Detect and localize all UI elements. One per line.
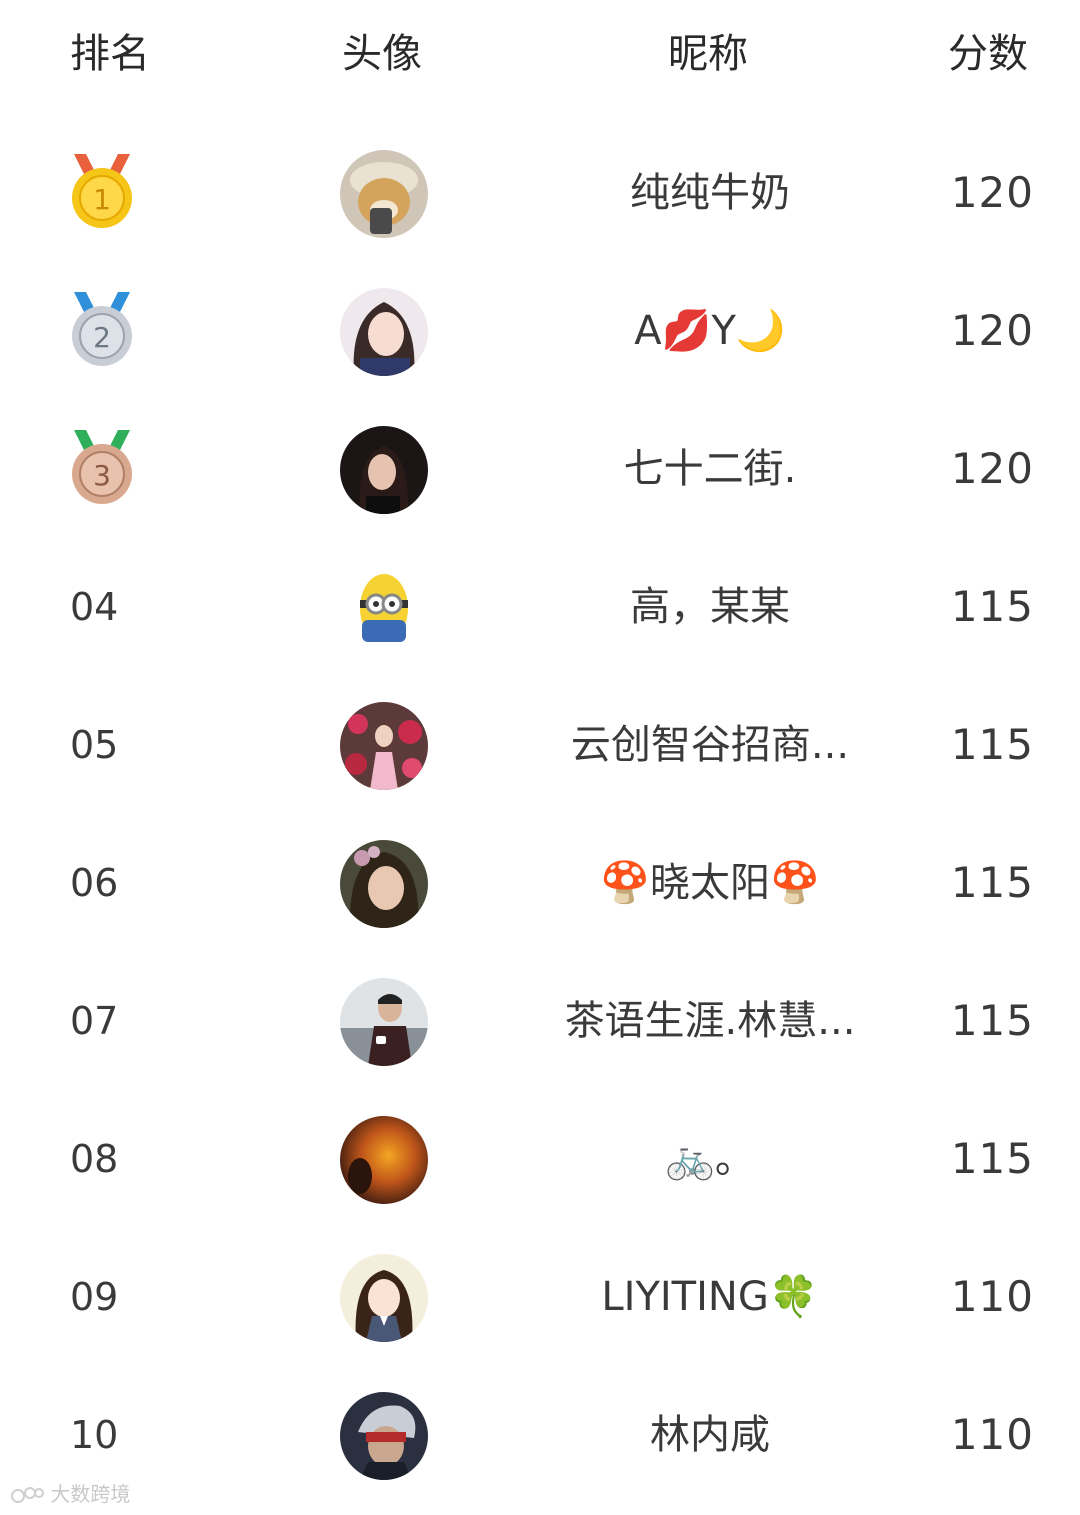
score: 120 <box>950 168 1034 217</box>
avatar[interactable] <box>340 564 428 652</box>
avatar[interactable] <box>340 1392 428 1480</box>
svg-text:3: 3 <box>93 459 111 492</box>
nickname: 🚲。 <box>665 1136 755 1182</box>
score: 115 <box>950 582 1034 631</box>
score: 110 <box>950 1272 1034 1321</box>
leaderboard-row[interactable]: 08 🚲。 115 <box>0 1090 1080 1228</box>
watermark: 大数跨境 <box>10 1478 130 1507</box>
rank-number: 08 <box>70 1137 119 1181</box>
nickname: A💋Y🌙 <box>634 308 786 354</box>
watermark-text: 大数跨境 <box>50 1482 131 1506</box>
leaderboard-row[interactable]: 2 A💋Y🌙 120 <box>0 262 1080 400</box>
avatar[interactable] <box>340 1254 428 1342</box>
avatar[interactable] <box>340 288 428 376</box>
svg-text:2: 2 <box>93 321 111 354</box>
rank-number: 07 <box>70 999 119 1043</box>
nickname: 高，某某 <box>630 584 790 630</box>
svg-text:1: 1 <box>93 183 111 216</box>
leaderboard-row[interactable]: 04 高，某某 115 <box>0 538 1080 676</box>
avatar[interactable] <box>340 978 428 1066</box>
nickname: 云创智谷招商... <box>570 722 850 768</box>
rank-number: 06 <box>70 861 119 905</box>
nickname: 七十二街. <box>623 446 797 492</box>
table-header: 排名 头像 昵称 分数 <box>0 22 1080 86</box>
score-header: 分数 <box>948 31 1028 77</box>
nickname-header: 昵称 <box>668 31 748 77</box>
score: 115 <box>950 858 1034 907</box>
leaderboard-row[interactable]: 05 云创智谷招商... 115 <box>0 676 1080 814</box>
silver-medal-icon: 2 <box>66 292 138 368</box>
leaderboard-row[interactable]: 09 LIYITING🍀 110 <box>0 1228 1080 1366</box>
score: 115 <box>950 720 1034 769</box>
avatar[interactable] <box>340 426 428 514</box>
watermark-logo-icon <box>10 1485 44 1507</box>
avatar[interactable] <box>340 702 428 790</box>
leaderboard-row[interactable]: 10 林内咸 110 <box>0 1366 1080 1504</box>
score: 120 <box>950 444 1034 493</box>
score: 110 <box>950 1410 1034 1459</box>
nickname: 林内咸 <box>650 1412 770 1458</box>
rank-header: 排名 <box>70 31 150 77</box>
avatar[interactable] <box>340 840 428 928</box>
nickname: 茶语生涯.林慧... <box>564 998 856 1044</box>
leaderboard-row[interactable]: 07 茶语生涯.林慧... 115 <box>0 952 1080 1090</box>
rank-number: 04 <box>70 585 119 629</box>
nickname: 🍄晓太阳🍄 <box>600 860 820 906</box>
score: 115 <box>950 1134 1034 1183</box>
rank-number: 05 <box>70 723 119 767</box>
leaderboard-row[interactable]: 1 纯纯牛奶 120 <box>0 124 1080 262</box>
score: 120 <box>950 306 1034 355</box>
nickname: LIYITING🍀 <box>601 1274 819 1320</box>
leaderboard-row[interactable]: 06 🍄晓太阳🍄 115 <box>0 814 1080 952</box>
avatar[interactable] <box>340 150 428 238</box>
avatar-header: 头像 <box>342 31 422 77</box>
bronze-medal-icon: 3 <box>66 430 138 506</box>
avatar[interactable] <box>340 1116 428 1204</box>
leaderboard-row[interactable]: 3 七十二街. 120 <box>0 400 1080 538</box>
nickname: 纯纯牛奶 <box>630 170 790 216</box>
score: 115 <box>950 996 1034 1045</box>
rank-number: 09 <box>70 1275 119 1319</box>
gold-medal-icon: 1 <box>66 154 138 230</box>
